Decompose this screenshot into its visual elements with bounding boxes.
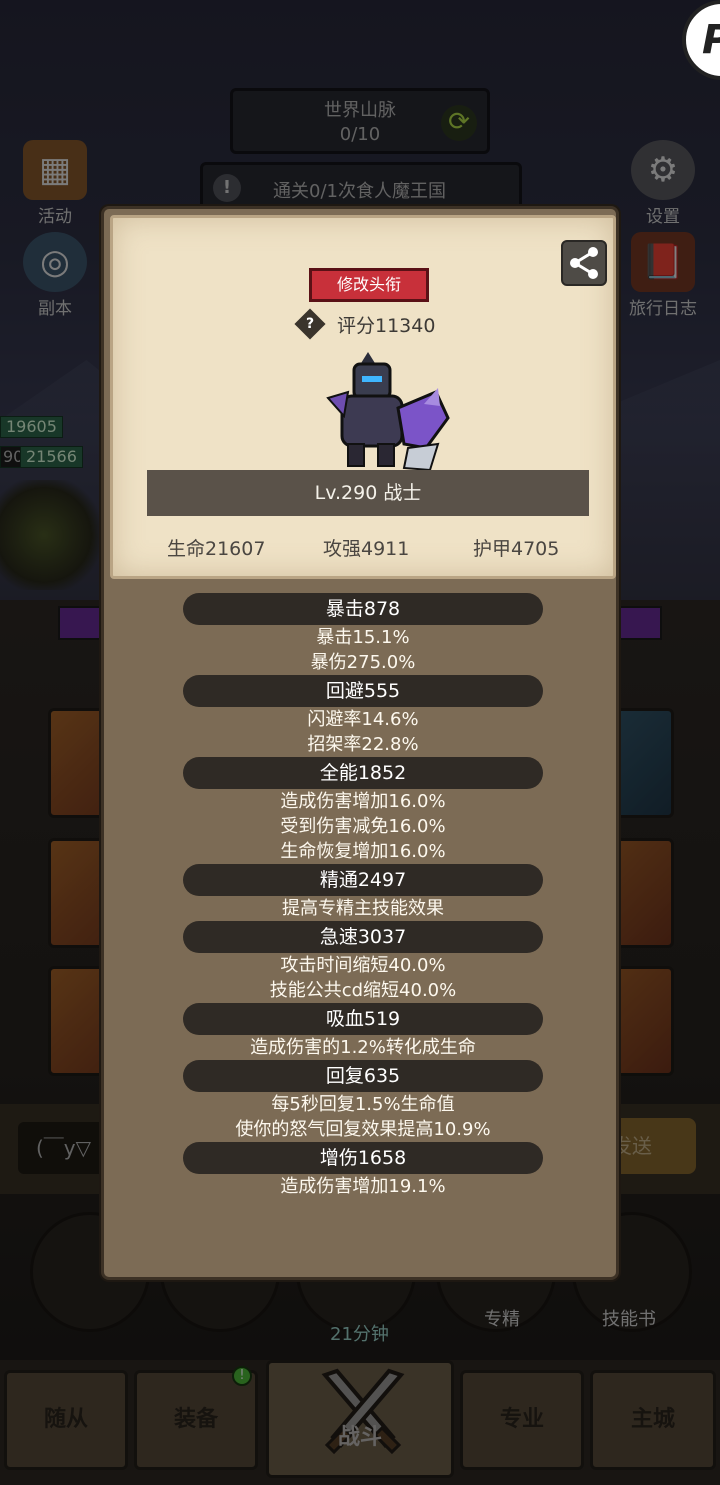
attr-line: 造成伤害增加19.1% — [280, 1176, 446, 1197]
attr-header-regen: 回复635 — [183, 1060, 543, 1092]
attr-line: 受到伤害减免16.0% — [280, 816, 446, 837]
attr-line: 每5秒回复1.5%生命值 — [271, 1094, 455, 1115]
attr-header-versatility: 全能1852 — [183, 757, 543, 789]
character-card: 修改头衔 ? 评分11340 Lv.290 战士 生命21607 攻强4911 … — [110, 215, 616, 579]
attr-line: 技能公共cd缩短40.0% — [269, 980, 457, 1001]
attr-line: 闪避率14.6% — [307, 709, 419, 730]
change-title-button[interactable]: 修改头衔 — [309, 268, 429, 302]
attr-header-mastery: 精通2497 — [183, 864, 543, 896]
attr-line: 造成伤害增加16.0% — [280, 791, 446, 812]
attr-line: 生命恢复增加16.0% — [280, 841, 446, 862]
share-icon — [570, 247, 598, 279]
attr-line: 造成伤害的1.2%转化成生命 — [250, 1037, 476, 1058]
main-stats-row: 生命21607 攻强4911 护甲4705 — [113, 526, 619, 566]
level-class-bar: Lv.290 战士 — [147, 470, 589, 516]
share-button[interactable] — [561, 240, 607, 286]
attr-header-avoidance: 回避555 — [183, 675, 543, 707]
attr-header-lifesteal: 吸血519 — [183, 1003, 543, 1035]
attr-line: 提高专精主技能效果 — [282, 898, 444, 919]
attr-line: 暴伤275.0% — [310, 652, 416, 673]
armor-stat: 护甲4705 — [473, 538, 560, 560]
question-icon[interactable]: ? — [294, 308, 326, 340]
attr-line: 招架率22.8% — [307, 734, 419, 755]
character-info-panel: 修改头衔 ? 评分11340 Lv.290 战士 生命21607 攻强4911 … — [101, 206, 619, 1280]
score-text: 评分11340 — [337, 314, 436, 337]
attr-header-damage-boost: 增伤1658 — [183, 1142, 543, 1174]
attr-line: 暴击15.1% — [316, 627, 410, 648]
warrior-avatar — [326, 352, 450, 472]
attack-stat: 攻强4911 — [323, 538, 410, 560]
attr-line: 攻击时间缩短40.0% — [280, 955, 446, 976]
attribute-list: 暴击878 暴击15.1% 暴伤275.0% 回避555 闪避率14.6% 招架… — [104, 593, 622, 1199]
attr-header-haste: 急速3037 — [183, 921, 543, 953]
score-row: ? 评分11340 — [293, 308, 436, 340]
hp-stat: 生命21607 — [167, 538, 266, 560]
attr-line: 使你的怒气回复效果提高10.9% — [235, 1119, 491, 1140]
attr-header-crit: 暴击878 — [183, 593, 543, 625]
